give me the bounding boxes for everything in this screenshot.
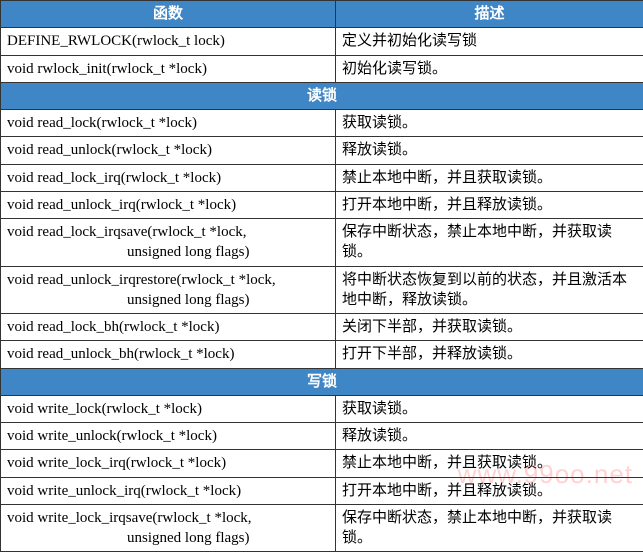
function-description: 打开本地中断，并且释放读锁。 <box>336 191 643 218</box>
table-row: void write_lock(rwlock_t *lock)获取读锁。 <box>1 395 643 422</box>
function-description: 初始化读写锁。 <box>336 55 643 82</box>
function-description: 释放读锁。 <box>336 423 643 450</box>
function-description: 打开本地中断，并且释放读锁。 <box>336 477 643 504</box>
function-description: 关闭下半部，并获取读锁。 <box>336 314 643 341</box>
function-signature: void read_lock_irqsave(rwlock_t *lock,un… <box>1 219 336 267</box>
function-description: 获取读锁。 <box>336 395 643 422</box>
function-description: 将中断状态恢复到以前的状态，并且激活本地中断，释放读锁。 <box>336 266 643 314</box>
function-description: 禁止本地中断，并且获取读锁。 <box>336 450 643 477</box>
column-header-description: 描述 <box>336 1 643 28</box>
function-signature: void read_unlock_irq(rwlock_t *lock) <box>1 191 336 218</box>
function-signature: void read_lock_bh(rwlock_t *lock) <box>1 314 336 341</box>
function-signature: void write_lock_irqsave(rwlock_t *lock,u… <box>1 504 336 552</box>
table-row: void read_lock_irqsave(rwlock_t *lock,un… <box>1 219 643 267</box>
function-description: 定义并初始化读写锁 <box>336 28 643 55</box>
table-row: void read_lock_irq(rwlock_t *lock)禁止本地中断… <box>1 164 643 191</box>
function-signature: DEFINE_RWLOCK(rwlock_t lock) <box>1 28 336 55</box>
table-row: void write_unlock(rwlock_t *lock)释放读锁。 <box>1 423 643 450</box>
function-signature: void read_lock(rwlock_t *lock) <box>1 110 336 137</box>
table-row: void write_lock_irqsave(rwlock_t *lock,u… <box>1 504 643 552</box>
table-row: void write_lock_irq(rwlock_t *lock)禁止本地中… <box>1 450 643 477</box>
table-row: void write_unlock_irq(rwlock_t *lock)打开本… <box>1 477 643 504</box>
section-header-write-lock: 写锁 <box>1 368 643 395</box>
function-description: 保存中断状态，禁止本地中断，并获取读锁。 <box>336 504 643 552</box>
function-description: 释放读锁。 <box>336 137 643 164</box>
column-header-function: 函数 <box>1 1 336 28</box>
function-signature: void write_unlock_irq(rwlock_t *lock) <box>1 477 336 504</box>
function-signature: void write_lock(rwlock_t *lock) <box>1 395 336 422</box>
table-row: DEFINE_RWLOCK(rwlock_t lock)定义并初始化读写锁 <box>1 28 643 55</box>
function-signature: void read_unlock_bh(rwlock_t *lock) <box>1 341 336 368</box>
function-description: 禁止本地中断，并且获取读锁。 <box>336 164 643 191</box>
function-signature: void rwlock_init(rwlock_t *lock) <box>1 55 336 82</box>
table-row: void read_unlock_irq(rwlock_t *lock)打开本地… <box>1 191 643 218</box>
function-signature: void read_unlock_irqrestore(rwlock_t *lo… <box>1 266 336 314</box>
function-signature: void write_lock_irq(rwlock_t *lock) <box>1 450 336 477</box>
table-row: void read_lock(rwlock_t *lock)获取读锁。 <box>1 110 643 137</box>
function-signature: void read_lock_irq(rwlock_t *lock) <box>1 164 336 191</box>
rwlock-api-table: 函数描述DEFINE_RWLOCK(rwlock_t lock)定义并初始化读写… <box>0 0 643 552</box>
section-header-read-lock: 读锁 <box>1 82 643 109</box>
function-description: 保存中断状态，禁止本地中断，并获取读锁。 <box>336 219 643 267</box>
table-row: void read_lock_bh(rwlock_t *lock)关闭下半部，并… <box>1 314 643 341</box>
function-signature: void read_unlock(rwlock_t *lock) <box>1 137 336 164</box>
function-signature: void write_unlock(rwlock_t *lock) <box>1 423 336 450</box>
table-row: void read_unlock_bh(rwlock_t *lock)打开下半部… <box>1 341 643 368</box>
function-description: 获取读锁。 <box>336 110 643 137</box>
function-description: 打开下半部，并释放读锁。 <box>336 341 643 368</box>
table-row: void read_unlock(rwlock_t *lock)释放读锁。 <box>1 137 643 164</box>
table-row: void read_unlock_irqrestore(rwlock_t *lo… <box>1 266 643 314</box>
table-row: void rwlock_init(rwlock_t *lock)初始化读写锁。 <box>1 55 643 82</box>
